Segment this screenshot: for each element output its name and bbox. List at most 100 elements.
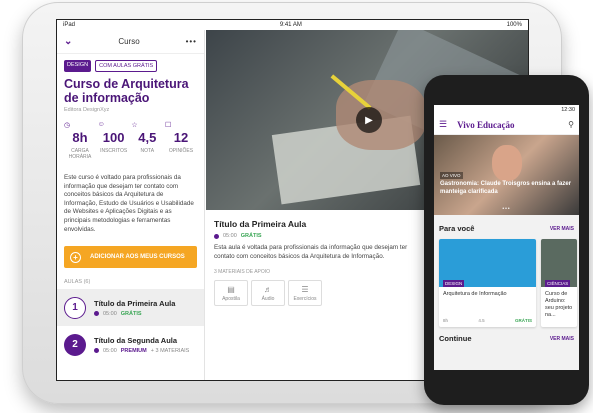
duration-icon bbox=[94, 348, 99, 354]
app-title: Vivo Educação bbox=[457, 119, 515, 130]
duration-icon bbox=[214, 233, 219, 239]
video-duration: 05:00 bbox=[223, 233, 237, 239]
lesson-price: GRÁTIS bbox=[120, 310, 142, 317]
status-carrier: iPad bbox=[63, 22, 76, 28]
card-hours: 8h bbox=[443, 318, 449, 323]
lesson-info: Título da Segunda Aula 05:00 PREMIUM + 3… bbox=[94, 336, 189, 354]
stat-value: 100 bbox=[102, 130, 125, 145]
chevron-down-icon[interactable]: ⌄ bbox=[64, 36, 72, 47]
card-price: GRÁTIS bbox=[514, 318, 532, 323]
live-badge: AO VIVO bbox=[440, 172, 463, 179]
lesson-number: 1 bbox=[64, 296, 86, 319]
status-battery: 100% bbox=[506, 22, 522, 28]
lesson-item[interactable]: 1 Título da Primeira Aula 05:00 GRÁTIS bbox=[57, 289, 204, 327]
lesson-meta: 05:00 PREMIUM + 3 MATERIAIS bbox=[94, 348, 189, 354]
lesson-info: Título da Primeira Aula 05:00 GRÁTIS bbox=[94, 299, 175, 317]
video-price: GRÁTIS bbox=[240, 233, 262, 239]
stat-hours: ◷ 8h CARGA HORÁRIA bbox=[64, 121, 96, 160]
card-rating: 4.5 bbox=[478, 318, 485, 323]
lesson-title: Título da Segunda Aula bbox=[94, 335, 178, 345]
card-image: DESIGN bbox=[439, 239, 536, 287]
stat-label: INSCRITOS bbox=[100, 148, 128, 154]
material-label: Exercícios bbox=[293, 295, 317, 302]
material-exercicios[interactable]: ☰ Exercícios bbox=[288, 280, 322, 306]
section-for-you: Para você VER MAIS bbox=[434, 215, 579, 239]
material-label: Apostila bbox=[222, 295, 240, 302]
duration-icon bbox=[94, 311, 99, 317]
material-apostila[interactable]: ▤ Apostila bbox=[214, 280, 248, 306]
course-stats: ◷ 8h CARGA HORÁRIA ☺ 100 INSCRITOS ☆ 4,5… bbox=[57, 115, 204, 160]
document-icon: ▤ bbox=[227, 284, 235, 294]
see-more-link[interactable]: VER MAIS bbox=[550, 226, 574, 232]
lesson-materials: + 3 MATERIAIS bbox=[150, 347, 190, 354]
hero-title: Gastronomia: Claude Troisgros ensina a f… bbox=[440, 181, 572, 195]
card-badge: CIÊNCIAS bbox=[545, 280, 571, 287]
search-icon[interactable]: ⚲ bbox=[568, 120, 574, 129]
course-tags: DESIGN COM AULAS GRÁTIS bbox=[57, 54, 204, 72]
video-description: Esta aula é voltada para profissionais d… bbox=[214, 244, 408, 260]
course-card[interactable]: DESIGN Arquitetura de Informação 8h 4.5 … bbox=[439, 239, 536, 327]
comment-icon: ☐ bbox=[164, 122, 172, 129]
course-author: Editora DesignXyz bbox=[64, 107, 110, 113]
material-audio[interactable]: ♬ Áudio bbox=[251, 280, 285, 306]
stat-value: 8h bbox=[72, 130, 88, 145]
hero-image-detail bbox=[492, 145, 522, 181]
material-label: Áudio bbox=[261, 295, 275, 302]
clock-icon: ◷ bbox=[64, 122, 71, 129]
stat-reviews: ☐ 12 OPINIÕES bbox=[165, 121, 197, 160]
card-title: Arquitetura de Informação bbox=[443, 291, 507, 297]
carousel-dots: ••• bbox=[502, 206, 511, 212]
topbar-title: Curso bbox=[118, 37, 140, 46]
phone-status-time: 12:30 bbox=[561, 107, 575, 113]
card-badge: DESIGN bbox=[443, 280, 465, 287]
phone-device: 12:30 ☰ Vivo Educação ⚲ AO VIVO Gastrono… bbox=[424, 75, 589, 405]
tablet-status-bar: iPad 9:41 AM 100% bbox=[57, 20, 528, 30]
course-cards: DESIGN Arquitetura de Informação 8h 4.5 … bbox=[434, 239, 579, 327]
course-description: Este curso é voltado para profissionais … bbox=[64, 174, 194, 233]
phone-status-bar: 12:30 bbox=[434, 105, 579, 115]
lesson-duration: 05:00 bbox=[103, 347, 117, 354]
course-title: Curso de Arquitetura de informação bbox=[64, 77, 189, 105]
stat-value: 12 bbox=[173, 130, 189, 145]
lesson-meta: 05:00 GRÁTIS bbox=[94, 311, 175, 317]
stat-value: 4,5 bbox=[138, 130, 157, 145]
card-title: Curso de Arduino: seu projeto na... bbox=[545, 291, 573, 318]
card-image: CIÊNCIAS bbox=[541, 239, 577, 287]
lesson-title: Título da Primeira Aula bbox=[94, 298, 176, 308]
plus-icon: + bbox=[70, 251, 81, 263]
menu-icon[interactable]: ☰ bbox=[439, 119, 447, 130]
tag-design: DESIGN bbox=[64, 60, 92, 72]
checklist-icon: ☰ bbox=[301, 284, 309, 294]
card-meta: 8h 4.5 GRÁTIS bbox=[443, 318, 532, 323]
stat-enrolled: ☺ 100 INSCRITOS bbox=[98, 121, 130, 160]
lesson-item[interactable]: 2 Título da Segunda Aula 05:00 PREMIUM +… bbox=[57, 326, 204, 363]
stat-label: OPINIÕES bbox=[168, 148, 194, 154]
phone-screen: 12:30 ☰ Vivo Educação ⚲ AO VIVO Gastrono… bbox=[434, 105, 579, 370]
course-topbar: ⌄ Curso ••• bbox=[57, 30, 204, 54]
section-title: Para você bbox=[439, 224, 475, 233]
stage: iPad 9:41 AM 100% ⌄ Curso ••• DESIGN COM… bbox=[0, 0, 593, 413]
stat-label: NOTA bbox=[140, 148, 155, 154]
stat-rating: ☆ 4,5 NOTA bbox=[131, 121, 163, 160]
lesson-price: PREMIUM bbox=[120, 347, 147, 354]
course-panel: ⌄ Curso ••• DESIGN COM AULAS GRÁTIS Curs… bbox=[57, 30, 205, 380]
speaker-icon: ♬ bbox=[264, 284, 272, 294]
add-to-courses-button[interactable]: + ADICIONAR AOS MEUS CURSOS bbox=[64, 246, 197, 269]
section-title: Continue bbox=[439, 334, 472, 343]
add-button-label: ADICIONAR AOS MEUS CURSOS bbox=[90, 254, 185, 261]
lesson-duration: 05:00 bbox=[103, 310, 117, 317]
section-continue: Continue VER MAIS bbox=[434, 327, 579, 350]
stat-label: CARGA HORÁRIA bbox=[68, 148, 92, 160]
course-card[interactable]: CIÊNCIAS Curso de Arduino: seu projeto n… bbox=[541, 239, 577, 327]
hero-banner[interactable]: AO VIVO Gastronomia: Claude Troisgros en… bbox=[434, 135, 579, 215]
play-icon[interactable]: ▶ bbox=[356, 107, 382, 133]
more-icon[interactable]: ••• bbox=[186, 37, 197, 46]
tag-free-lessons: COM AULAS GRÁTIS bbox=[95, 60, 158, 72]
see-more-link[interactable]: VER MAIS bbox=[550, 336, 574, 342]
phone-appbar: ☰ Vivo Educação ⚲ bbox=[434, 115, 579, 135]
star-icon: ☆ bbox=[131, 122, 138, 129]
person-icon: ☺ bbox=[97, 121, 105, 128]
lessons-header: AULAS (6) bbox=[64, 279, 91, 286]
status-time: 9:41 AM bbox=[279, 22, 302, 28]
lesson-number: 2 bbox=[64, 333, 86, 356]
